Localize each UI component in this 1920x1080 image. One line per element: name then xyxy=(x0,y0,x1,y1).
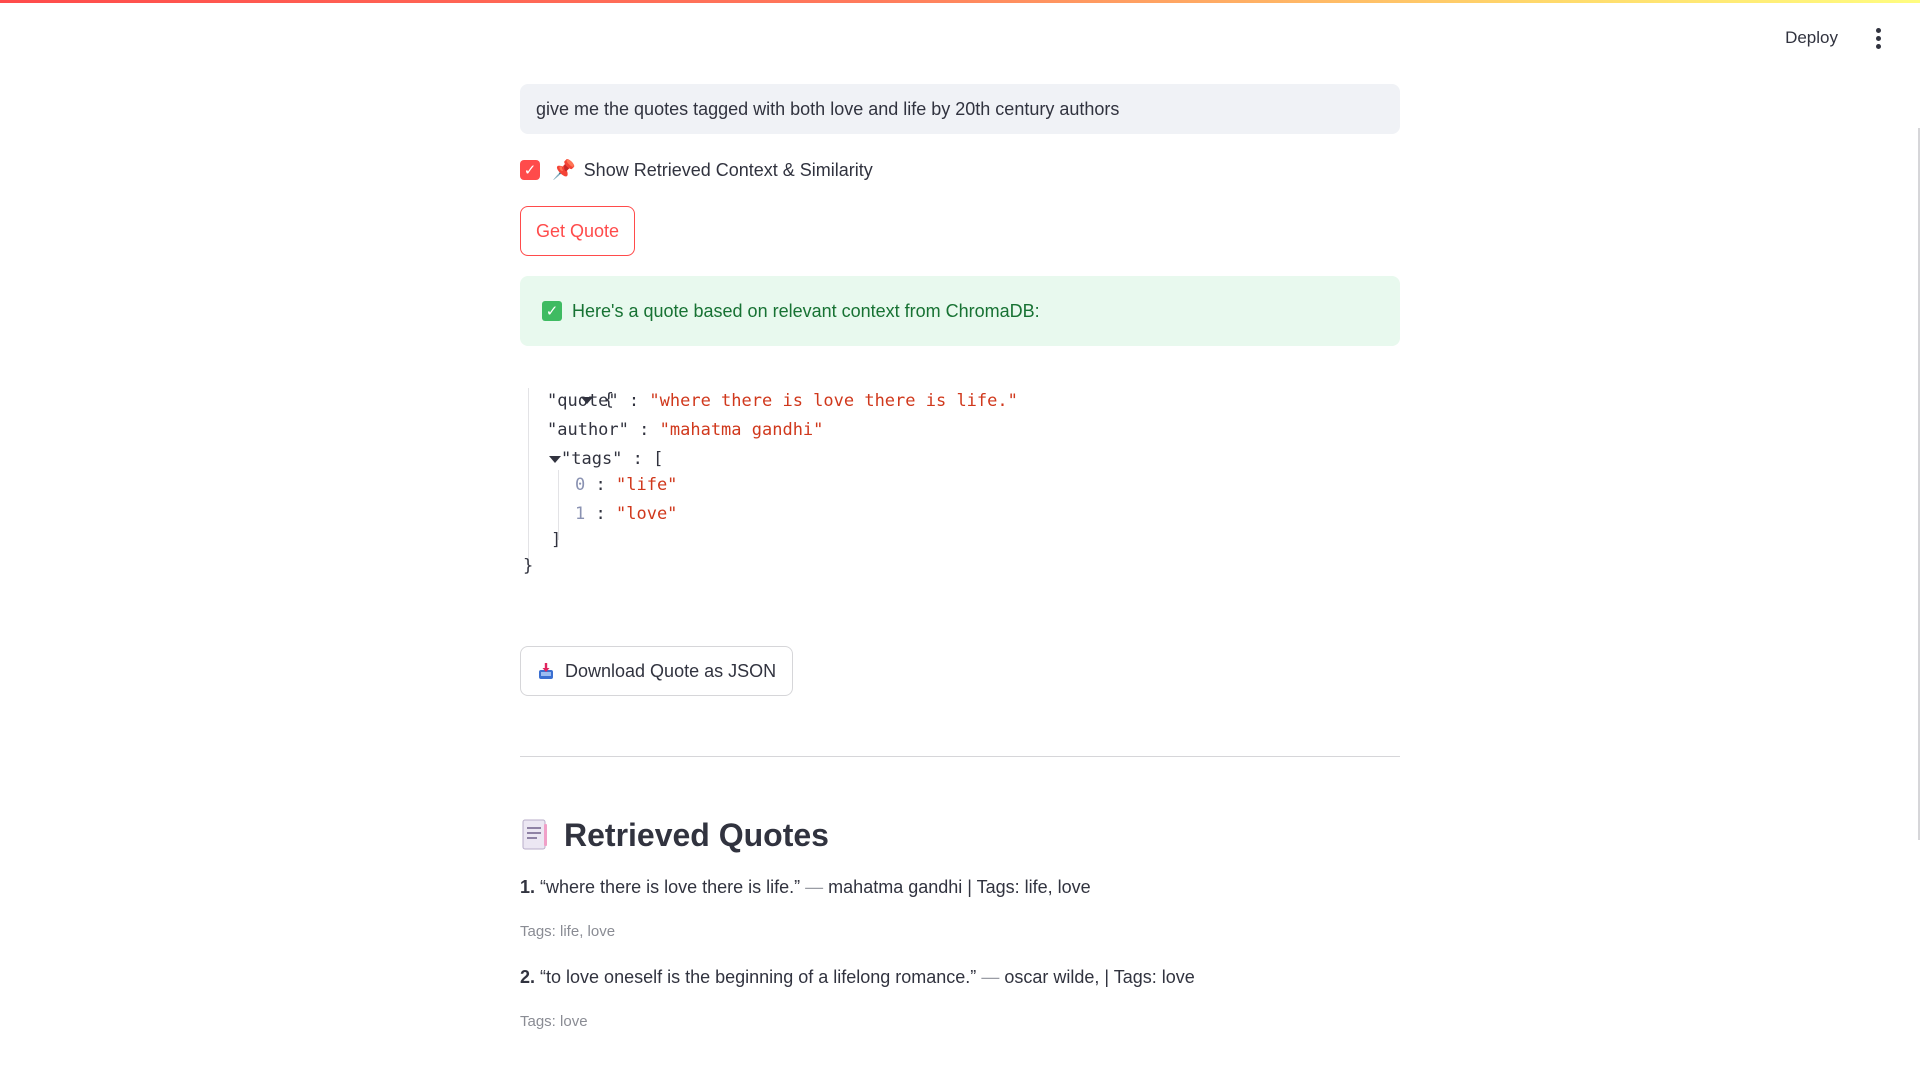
quote-author-tags: oscar wilde, | Tags: love xyxy=(1004,967,1195,987)
inbox-tray-icon xyxy=(537,662,555,680)
download-button-label: Download Quote as JSON xyxy=(565,660,777,681)
json-tag-index: 1 xyxy=(575,504,586,524)
deploy-button[interactable]: Deploy xyxy=(1771,20,1852,56)
app-header: Deploy xyxy=(1771,0,1920,76)
json-tag-value: "life" xyxy=(616,475,678,495)
top-decoration-bar xyxy=(0,0,1920,3)
success-alert: ✓ Here's a quote based on relevant conte… xyxy=(520,276,1400,346)
retrieved-quotes-heading: Retrieved Quotes xyxy=(520,813,1400,857)
json-root-close: } xyxy=(523,556,534,576)
json-separator: : xyxy=(628,391,640,411)
json-tag-item: 0 : "life" xyxy=(575,473,677,497)
get-quote-button[interactable]: Get Quote xyxy=(520,206,636,256)
json-row-author: "author" : "mahatma gandhi" xyxy=(547,418,823,442)
query-input[interactable] xyxy=(520,84,1400,134)
json-tag-index: 0 xyxy=(575,475,586,495)
quote-list-item: 1. “where there is love there is life.” … xyxy=(520,873,1400,943)
show-context-checkbox-row[interactable]: ✓ 📌 Show Retrieved Context & Similarity xyxy=(520,156,1400,184)
json-viewer: { "quote" : "where there is love there i… xyxy=(520,364,1400,634)
quote-dash: — xyxy=(981,967,1000,987)
quote-list-item: 2. “to love oneself is the beginning of … xyxy=(520,963,1400,1033)
quote-text: “where there is love there is life.” xyxy=(540,877,801,897)
collapse-caret-icon[interactable] xyxy=(549,455,561,463)
success-message: Here's a quote based on relevant context… xyxy=(572,300,1040,321)
quote-tags-caption: Tags: life, love xyxy=(520,923,616,940)
json-separator: : xyxy=(639,420,650,440)
show-context-label: Show Retrieved Context & Similarity xyxy=(583,159,873,180)
retrieved-quote: 2. “to love oneself is the beginning of … xyxy=(520,963,1400,991)
show-context-checkbox[interactable]: ✓ xyxy=(520,160,540,180)
json-root-open: { xyxy=(520,364,614,410)
json-value-quote: "where there is love there is life." xyxy=(649,391,1018,411)
quote-dash: — xyxy=(805,877,824,897)
download-json-button[interactable]: Download Quote as JSON xyxy=(520,646,794,696)
check-mark-icon: ✓ xyxy=(542,301,562,321)
json-key-quote: "quote" xyxy=(547,391,619,411)
json-key-author: "author" xyxy=(547,420,629,440)
pushpin-icon: 📌 xyxy=(552,160,576,181)
quote-text: “to love oneself is the beginning of a l… xyxy=(540,967,977,987)
json-separator: : xyxy=(632,449,643,469)
quote-tags-caption: Tags: love xyxy=(520,1013,588,1030)
json-key-tags: "tags" xyxy=(561,449,623,469)
kebab-menu-icon[interactable] xyxy=(1866,23,1890,53)
json-tag-value: "love" xyxy=(616,504,678,524)
json-tags-open: [ xyxy=(653,449,664,469)
json-row-tags: "tags" : [ xyxy=(549,447,663,471)
quote-author-tags: mahatma gandhi | Tags: life, love xyxy=(828,877,1091,897)
json-row-quote: "quote" : "where there is love there is … xyxy=(547,389,1018,413)
json-tags-close: ] xyxy=(551,530,562,550)
json-tag-item: 1 : "love" xyxy=(575,502,677,526)
retrieved-quote: 1. “where there is love there is life.” … xyxy=(520,873,1400,901)
main-content: ✓ 📌 Show Retrieved Context & Similarity … xyxy=(520,84,1400,1033)
section-title: Retrieved Quotes xyxy=(564,816,829,853)
quote-number: 1. xyxy=(520,877,536,897)
section-divider xyxy=(520,756,1400,757)
page-icon xyxy=(520,818,550,852)
quote-number: 2. xyxy=(520,967,536,987)
json-separator: : xyxy=(595,504,606,524)
json-value-author: "mahatma gandhi" xyxy=(659,420,824,440)
json-separator: : xyxy=(595,475,606,495)
